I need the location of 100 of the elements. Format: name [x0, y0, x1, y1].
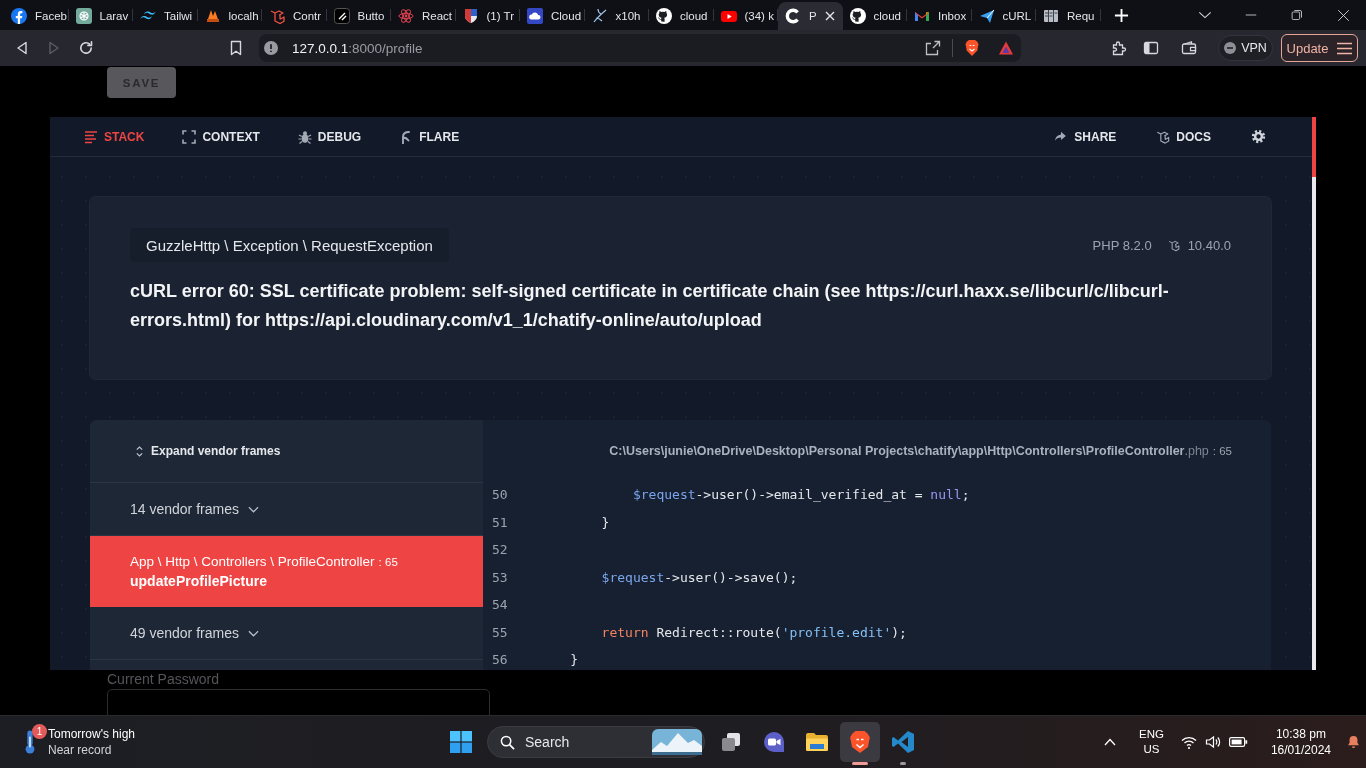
browser-tab[interactable]: cURL — [971, 2, 1036, 30]
vpn-button[interactable]: VPN — [1218, 35, 1273, 61]
cat-logo-icon — [849, 8, 866, 24]
menu-icon[interactable] — [1337, 41, 1353, 55]
search-icon — [500, 734, 515, 750]
line-number: 55 — [492, 624, 509, 640]
flame-logo-icon — [204, 8, 221, 24]
info-icon — [263, 40, 279, 56]
triangle-logo-icon[interactable] — [998, 40, 1014, 56]
slash-logo-icon — [333, 8, 350, 24]
stacked-squares-icon — [719, 730, 743, 754]
browser-tab[interactable]: Requ — [1036, 2, 1101, 30]
bug-icon — [297, 129, 312, 144]
search-box[interactable]: Search — [487, 726, 705, 758]
chevron-down-icon — [247, 505, 259, 513]
sidebar-icon[interactable] — [1143, 40, 1159, 56]
field-label: Current Password — [107, 671, 220, 687]
shield-logo-icon — [462, 8, 479, 24]
browser-tab[interactable]: Contr — [262, 2, 327, 30]
landscape-picture — [652, 729, 702, 755]
code-line: $request->user()->email_verified_at = null; — [631, 487, 970, 503]
weather-title: Tomorrow's high — [48, 726, 135, 742]
bell-icon[interactable] — [1346, 734, 1361, 750]
paper-plane-icon — [978, 8, 995, 24]
clock[interactable]: 10:38 pm 16/01/2024 — [1270, 726, 1331, 758]
language-indicator[interactable]: ENG US — [1139, 727, 1164, 757]
nav-tab[interactable]: FLARE — [399, 129, 460, 144]
four-squares-icon[interactable] — [450, 731, 472, 753]
browser-tab[interactable]: (1) Tr — [455, 2, 520, 30]
close-icon[interactable] — [824, 11, 835, 21]
nav-tab[interactable]: DEBUG — [297, 129, 362, 144]
wifi-icon[interactable] — [1180, 734, 1197, 750]
cloud-logo-icon — [527, 8, 543, 24]
error-message: cURL error 60: SSL certificate problem: self-signed certificate in certificate chain (see https://curl.haxx.se/libcurl/c/libcurl-errors.html) for https://api.cloudinary.com/v1_1/chatify-online/auto/upload — [130, 280, 1170, 332]
browser-tab[interactable]: Butto — [326, 2, 391, 30]
cat-logo-icon — [656, 8, 672, 24]
browser-tab[interactable]: Faceb — [4, 2, 69, 30]
line-number: 50 — [492, 487, 509, 503]
close-icon[interactable] — [1336, 8, 1350, 22]
knot-logo-icon — [75, 8, 92, 24]
exception-class-label: GuzzleHttp \ Exception \ RequestException — [130, 228, 449, 262]
lion-shield-icon[interactable] — [964, 39, 980, 57]
line-number: 51 — [492, 514, 509, 530]
lion-shield-icon — [848, 730, 872, 754]
address-bar[interactable]: 127.0.0.1:8000/profile — [259, 34, 1021, 62]
wallet-icon[interactable] — [1181, 40, 1197, 56]
folder-icon — [805, 730, 829, 754]
code-line: $request->user()->save(); — [600, 569, 798, 585]
reload-icon[interactable] — [78, 40, 94, 56]
framework-version: 10.40.0 — [1187, 237, 1231, 253]
chevron-down-icon — [247, 629, 259, 637]
browser-tab[interactable]: cloud — [649, 2, 714, 30]
update-button[interactable]: Update — [1281, 34, 1358, 62]
bookmark-icon[interactable] — [229, 40, 243, 56]
atom-logo-icon — [398, 8, 414, 24]
nav-tab[interactable]: STACK — [84, 129, 145, 144]
php-version: PHP 8.2.0 — [1092, 237, 1152, 253]
nav-tab[interactable]: CONTEXT — [182, 129, 260, 144]
settings-icon[interactable] — [1251, 129, 1266, 144]
share-button[interactable]: SHARE — [1054, 129, 1117, 144]
docs-link[interactable]: DOCS — [1156, 129, 1211, 144]
ring-logo-icon — [785, 8, 801, 24]
chevron-up-icon[interactable] — [1104, 738, 1116, 746]
browser-tab[interactable]: localh — [197, 2, 262, 30]
video-chat-icon — [762, 730, 786, 754]
browser-tab[interactable]: Inbox — [907, 2, 972, 30]
plus-icon[interactable] — [1114, 7, 1129, 23]
puzzle-icon[interactable] — [1111, 40, 1127, 56]
scrollbar[interactable] — [1312, 117, 1316, 670]
f-circle-logo-icon — [11, 8, 27, 24]
code-line: } — [569, 652, 579, 668]
speaker-icon[interactable] — [1204, 734, 1221, 750]
share-icon[interactable] — [925, 40, 941, 56]
code-line: return Redirect::route('profile.edit'); — [600, 624, 907, 640]
list-icon — [84, 129, 98, 144]
browser-tab[interactable]: (34) k — [713, 2, 778, 30]
browser-tab[interactable]: Tailwi — [133, 2, 198, 30]
cube-logo-icon — [1156, 129, 1171, 144]
browser-tab[interactable]: x10h — [584, 2, 649, 30]
sketch-logo-icon — [591, 8, 608, 24]
line-number: 56 — [492, 652, 509, 668]
browser-tab[interactable]: React — [391, 2, 456, 30]
battery-icon[interactable] — [1228, 736, 1248, 748]
browser-tab[interactable]: Cloud — [520, 2, 585, 30]
code-line: } — [600, 514, 610, 530]
columns-logo-icon — [1043, 8, 1059, 24]
browser-tab[interactable]: cloud — [842, 2, 907, 30]
stack-frame-item[interactable]: App \ Http \ Controllers \ ProfileController : 65 updateProfilePicture — [90, 536, 483, 607]
browser-tab[interactable]: Larav — [68, 2, 133, 30]
browser-tab[interactable]: P — [778, 2, 843, 30]
restore-icon[interactable] — [1291, 9, 1303, 21]
cube-logo-icon — [269, 8, 285, 24]
line-number: 53 — [492, 569, 509, 585]
weather-subtitle: Near record — [48, 742, 113, 758]
chevron-up-down-icon — [135, 444, 144, 458]
frame-corners-icon — [182, 129, 197, 144]
line-number: 52 — [492, 542, 509, 558]
search-field[interactable]: Search — [525, 734, 625, 750]
file-path: C:\Users\junie\OneDrive\Desktop\Personal Projects\chatify\app\Http\Controllers\ProfileController.php : 65 — [609, 443, 1232, 458]
ribbon-logo-icon — [891, 730, 915, 754]
